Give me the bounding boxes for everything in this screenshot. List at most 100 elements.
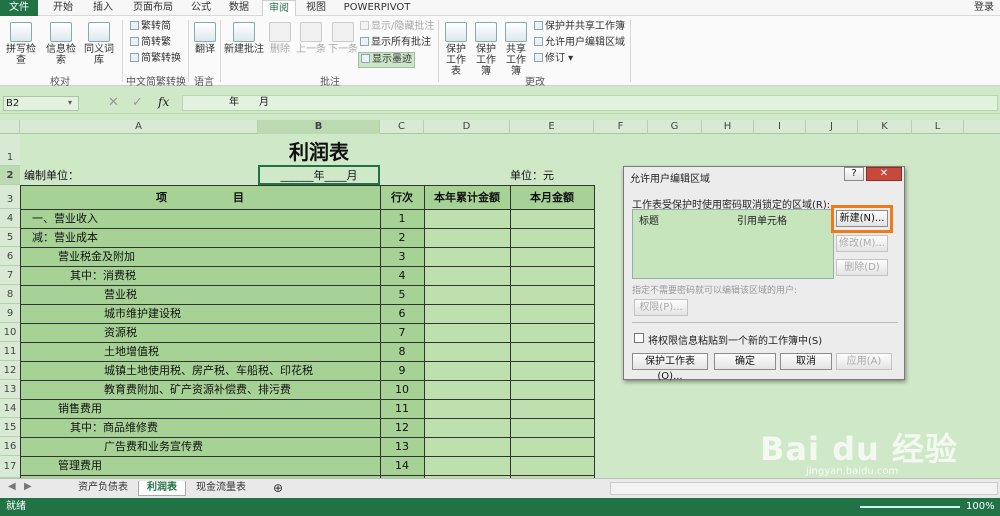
tab-file[interactable]: 文件 — [0, 0, 38, 16]
delete-comment-button[interactable]: 删除 — [266, 22, 294, 55]
zoom-level[interactable]: 100% — [966, 498, 995, 516]
name-box-dropdown-icon[interactable]: ▾ — [68, 98, 72, 107]
row-number-cell[interactable]: 11 — [380, 399, 424, 418]
zoom-slider[interactable] — [860, 506, 960, 508]
row-number-cell[interactable]: 5 — [380, 285, 424, 304]
column-header[interactable]: B — [258, 120, 380, 134]
permissions-button[interactable]: 权限(P)... — [634, 299, 688, 316]
show-hide-comment-button[interactable]: 显示/隐藏批注 — [360, 20, 434, 34]
tab-data[interactable]: 数据 — [222, 0, 256, 16]
row-number-cell[interactable]: 6 — [380, 304, 424, 323]
protect-and-share-button[interactable]: 保护并共享工作簿 — [534, 20, 625, 34]
simp-to-trad-button[interactable]: 简转繁 — [130, 36, 171, 50]
next-comment-button[interactable]: 下一条 — [328, 22, 358, 55]
column-header[interactable]: C — [380, 120, 424, 134]
apply-button[interactable]: 应用(A) — [836, 353, 892, 370]
row-header[interactable]: 3 — [0, 185, 20, 209]
protect-sheet-button[interactable]: 保护工作表 — [442, 22, 470, 77]
cancel-entry-icon[interactable]: ✕ — [108, 95, 119, 110]
previous-comment-button[interactable]: 上一条 — [296, 22, 326, 55]
help-button[interactable]: ? — [844, 167, 864, 181]
row-number-cell[interactable]: 13 — [380, 437, 424, 456]
trad-to-simp-button[interactable]: 繁转简 — [130, 20, 171, 34]
thesaurus-button[interactable]: 同义词库 — [80, 22, 118, 66]
protect-workbook-button[interactable]: 保护工作簿 — [472, 22, 500, 77]
tab-formulas[interactable]: 公式 — [184, 0, 218, 16]
row-item[interactable]: 城市维护建设税 — [104, 304, 181, 323]
column-header[interactable]: G — [648, 120, 702, 134]
select-all-corner[interactable] — [0, 120, 20, 134]
row-item[interactable]: 教育费附加、矿产资源补偿费、排污费 — [104, 380, 291, 399]
translate-button[interactable]: 翻译 — [192, 22, 218, 55]
new-comment-button[interactable]: 新建批注 — [224, 22, 264, 55]
row-item[interactable]: 一、营业收入 — [32, 209, 98, 228]
spell-check-button[interactable]: 拼写检查 — [2, 22, 40, 66]
row-number-cell[interactable]: 2 — [380, 228, 424, 247]
column-header[interactable]: L — [912, 120, 964, 134]
sheet-tab-cashflow[interactable]: 现金流量表 — [190, 481, 252, 496]
row-header[interactable]: 14 — [0, 399, 20, 418]
tab-view[interactable]: 视图 — [300, 0, 332, 16]
row-header[interactable]: 13 — [0, 380, 20, 399]
ok-button[interactable]: 确定 — [714, 353, 776, 370]
row-item[interactable]: 广告费和业务宣传费 — [104, 437, 203, 456]
row-header[interactable]: 8 — [0, 285, 20, 304]
row-header[interactable]: 5 — [0, 228, 20, 247]
row-header[interactable]: 6 — [0, 247, 20, 266]
paste-permissions-checkbox[interactable] — [634, 333, 644, 343]
column-header[interactable]: D — [424, 120, 510, 134]
row-number-cell[interactable]: 14 — [380, 456, 424, 475]
row-item[interactable]: 管理费用 — [58, 456, 102, 475]
column-header[interactable]: J — [806, 120, 858, 134]
row-item[interactable]: 资源税 — [104, 323, 137, 342]
column-header[interactable]: H — [702, 120, 754, 134]
row-item[interactable]: 土地增值税 — [104, 342, 159, 361]
row-header[interactable]: 4 — [0, 209, 20, 228]
cancel-button[interactable]: 取消 — [780, 353, 832, 370]
row-item[interactable]: 营业税金及附加 — [58, 247, 135, 266]
row-item[interactable]: 营业税 — [104, 285, 137, 304]
tab-powerpivot[interactable]: POWERPIVOT — [340, 0, 414, 16]
modify-range-button[interactable]: 修改(M)... — [836, 235, 888, 252]
column-header[interactable]: F — [594, 120, 648, 134]
row-number-cell[interactable]: 9 — [380, 361, 424, 380]
allow-edit-ranges-button[interactable]: 允许用户编辑区域 — [534, 36, 625, 50]
column-header[interactable]: A — [20, 120, 258, 134]
add-sheet-icon[interactable]: ⊕ — [270, 481, 286, 496]
prev-sheet-icon[interactable]: ◀ — [8, 481, 16, 492]
share-workbook-button[interactable]: 共享工作簿 — [502, 22, 530, 77]
row-number-cell[interactable]: 7 — [380, 323, 424, 342]
row-header[interactable]: 17 — [0, 456, 20, 478]
row-number-cell[interactable]: 1 — [380, 209, 424, 228]
row-header[interactable]: 1 — [0, 134, 20, 166]
chinese-conversion-button[interactable]: 简繁转换 — [130, 52, 181, 66]
row-header[interactable]: 7 — [0, 266, 20, 285]
close-button[interactable]: ✕ — [866, 167, 902, 181]
row-number-cell[interactable]: 3 — [380, 247, 424, 266]
show-ink-button[interactable]: 显示墨迹 — [358, 52, 415, 68]
row-header[interactable]: 16 — [0, 437, 20, 456]
row-item[interactable]: 销售费用 — [58, 399, 102, 418]
row-number-cell[interactable]: 8 — [380, 342, 424, 361]
row-header[interactable]: 12 — [0, 361, 20, 380]
tab-home[interactable]: 开始 — [44, 0, 82, 16]
column-header[interactable]: E — [510, 120, 594, 134]
column-header[interactable]: I — [754, 120, 806, 134]
row-header[interactable]: 9 — [0, 304, 20, 323]
row-item[interactable]: 城镇土地使用税、房产税、车船税、印花税 — [104, 361, 313, 380]
tab-page-layout[interactable]: 页面布局 — [126, 0, 180, 16]
horizontal-scrollbar[interactable] — [610, 482, 998, 495]
row-number-cell[interactable]: 4 — [380, 266, 424, 285]
tab-review[interactable]: 审阅 — [262, 0, 296, 16]
row-number-cell[interactable]: 10 — [380, 380, 424, 399]
sign-in-link[interactable]: 登录 — [968, 0, 1000, 16]
sheet-tab-income[interactable]: 利润表 — [138, 481, 186, 496]
protect-sheet-dialog-button[interactable]: 保护工作表(O)... — [632, 353, 708, 382]
row-number-cell[interactable]: 12 — [380, 418, 424, 437]
column-header[interactable]: K — [858, 120, 912, 134]
delete-range-button[interactable]: 删除(D) — [836, 259, 888, 276]
row-header[interactable]: 10 — [0, 323, 20, 342]
row-header[interactable]: 15 — [0, 418, 20, 437]
next-sheet-icon[interactable]: ▶ — [24, 481, 32, 492]
row-item[interactable]: 其中：消费税 — [70, 266, 136, 285]
